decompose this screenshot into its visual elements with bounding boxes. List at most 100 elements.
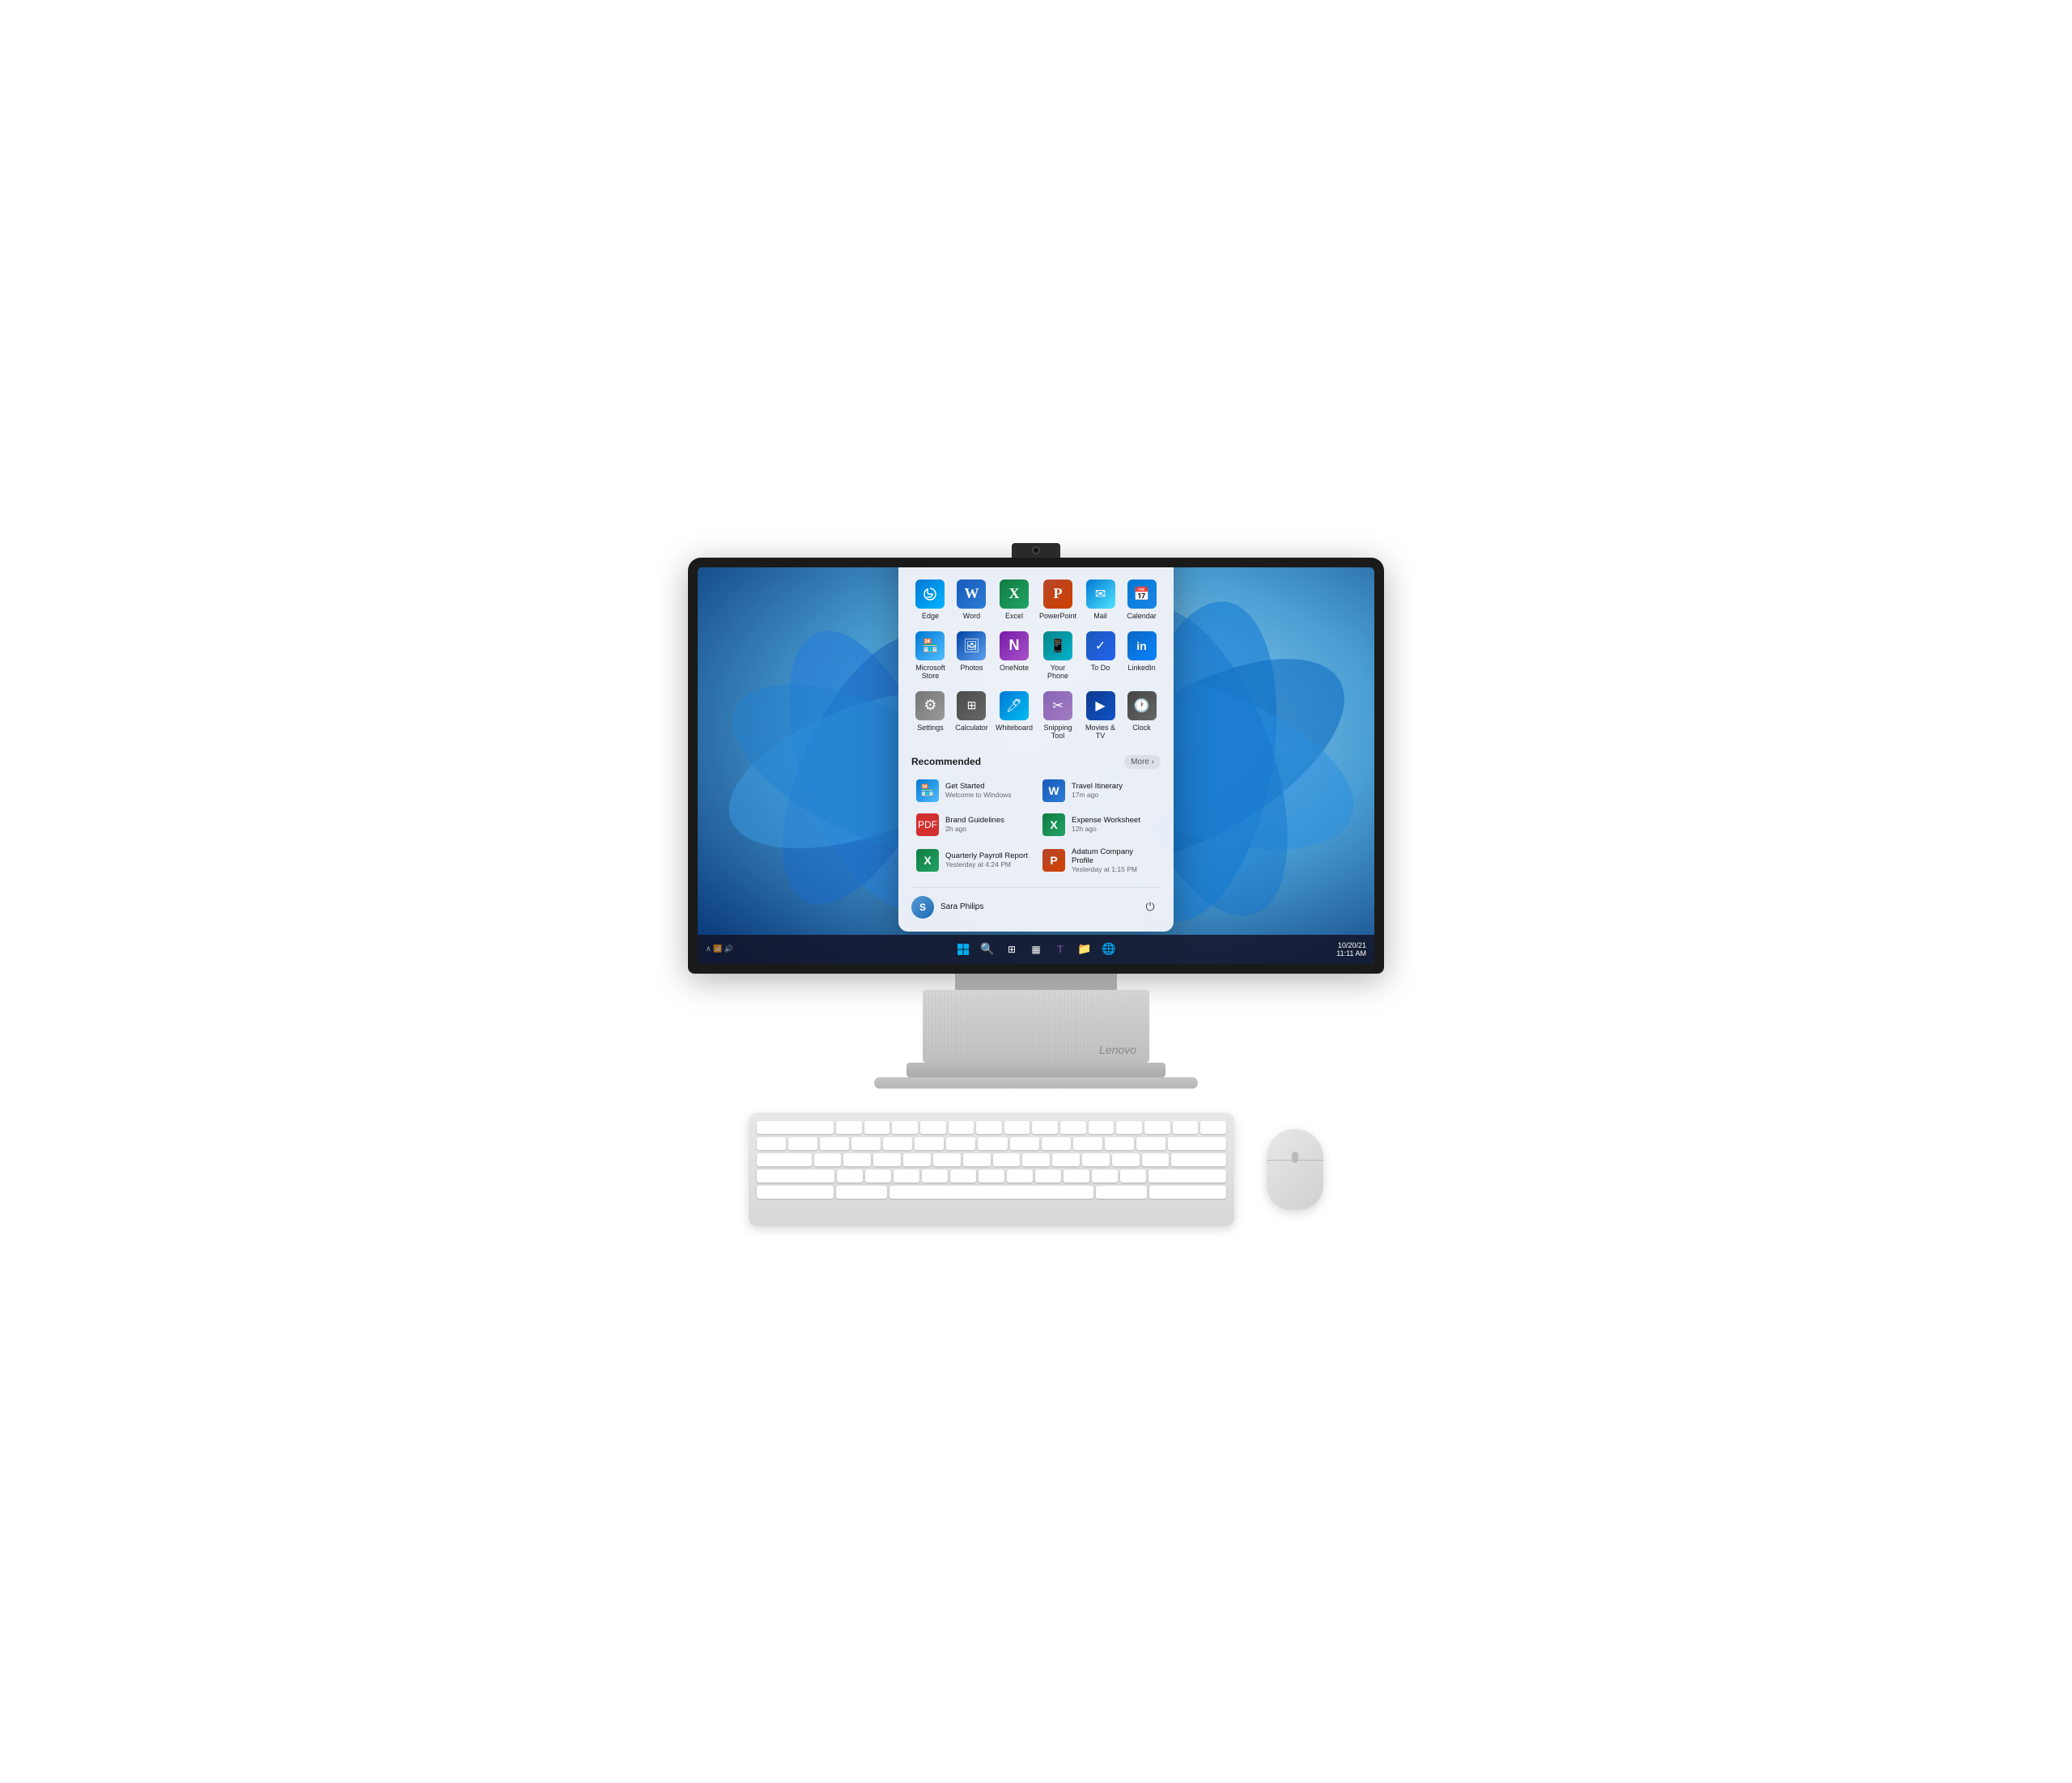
- travel-icon: W: [1042, 779, 1065, 802]
- stand-base: [906, 1063, 1166, 1077]
- clock-label: Clock: [1132, 724, 1151, 732]
- start-menu: 🔍 Type here to search Pinned All apps ›: [898, 567, 1174, 932]
- powerpoint-label: PowerPoint: [1039, 612, 1076, 620]
- get-started-title: Get Started: [945, 782, 1012, 791]
- date: 10/20/21: [1336, 941, 1366, 949]
- edge-label: Edge: [922, 612, 939, 620]
- user-info[interactable]: S Sara Philips: [911, 896, 983, 919]
- app-clock[interactable]: 🕐 Clock: [1123, 687, 1161, 744]
- get-started-icon: 🏪: [916, 779, 939, 802]
- app-settings[interactable]: ⚙ Settings: [911, 687, 949, 744]
- brand-sub: 2h ago: [945, 825, 1004, 833]
- app-excel[interactable]: X Excel: [994, 575, 1034, 624]
- brand-label: Lenovo: [1099, 1043, 1136, 1056]
- snipping-icon: ✂: [1043, 691, 1072, 720]
- app-edge[interactable]: Edge: [911, 575, 949, 624]
- adatum-title: Adatum Company Profile: [1072, 847, 1156, 865]
- excel-icon: X: [1000, 579, 1029, 609]
- app-calculator[interactable]: ⊞ Calculator: [953, 687, 991, 744]
- app-word[interactable]: W Word: [953, 575, 991, 624]
- stand-top: [955, 974, 1117, 990]
- word-icon: W: [957, 579, 986, 609]
- photos-icon: 🖼: [957, 631, 986, 660]
- keyboard[interactable]: [749, 1113, 1234, 1226]
- webcam-lens: [1032, 546, 1040, 554]
- rec-travel-itinerary[interactable]: W Travel Itinerary 17m ago: [1038, 775, 1161, 806]
- app-phone[interactable]: 📱 Your Phone: [1038, 627, 1078, 684]
- system-tray-icons: ∧ 📶 🔊: [706, 945, 733, 953]
- app-whiteboard[interactable]: 🖊 Whiteboard: [994, 687, 1034, 744]
- app-powerpoint[interactable]: P PowerPoint: [1038, 575, 1078, 624]
- computer-assembly: 🔍 Type here to search Pinned All apps ›: [672, 558, 1400, 1226]
- powerpoint-icon: P: [1043, 579, 1072, 609]
- app-onenote[interactable]: N OneNote: [994, 627, 1034, 684]
- rec-get-started[interactable]: 🏪 Get Started Welcome to Windows: [911, 775, 1034, 806]
- excel-label: Excel: [1005, 612, 1023, 620]
- space-row: [757, 1186, 1226, 1199]
- phone-icon: 📱: [1043, 631, 1072, 660]
- adatum-sub: Yesterday at 1:15 PM: [1072, 865, 1156, 873]
- esc-key[interactable]: [757, 1121, 834, 1134]
- mail-label: Mail: [1093, 612, 1107, 620]
- travel-title: Travel Itinerary: [1072, 782, 1123, 791]
- settings-label: Settings: [917, 724, 944, 732]
- webcam: [1012, 543, 1060, 558]
- num-key-row: [757, 1137, 1226, 1150]
- store-label: Microsoft Store: [913, 664, 948, 680]
- linkedin-label: LinkedIn: [1127, 664, 1155, 672]
- user-bar: S Sara Philips ⏻: [911, 887, 1161, 919]
- mouse[interactable]: [1267, 1129, 1323, 1210]
- app-store[interactable]: 🏪 Microsoft Store: [911, 627, 949, 684]
- pinned-apps-grid: Edge W Word X Excel: [911, 575, 1161, 744]
- recommended-items-grid: 🏪 Get Started Welcome to Windows W Trave…: [911, 775, 1161, 877]
- taskbar-search[interactable]: 🔍: [978, 940, 997, 959]
- get-started-sub: Welcome to Windows: [945, 791, 1012, 799]
- rec-quarterly-payroll[interactable]: X Quarterly Payroll Report Yesterday at …: [911, 843, 1034, 877]
- screen: 🔍 Type here to search Pinned All apps ›: [698, 567, 1374, 964]
- rec-adatum-profile[interactable]: P Adatum Company Profile Yesterday at 1:…: [1038, 843, 1161, 877]
- fn-key-row: [757, 1121, 1226, 1134]
- todo-icon: ✓: [1086, 631, 1115, 660]
- app-mail[interactable]: ✉ Mail: [1081, 575, 1119, 624]
- whiteboard-label: Whiteboard: [996, 724, 1033, 732]
- start-button[interactable]: [953, 940, 973, 959]
- app-calendar[interactable]: 📅 Calendar: [1123, 575, 1161, 624]
- app-movies[interactable]: ▶ Movies & TV: [1081, 687, 1119, 744]
- stand-foot: [874, 1077, 1198, 1089]
- settings-icon: ⚙: [915, 691, 945, 720]
- space-key[interactable]: [890, 1186, 1093, 1199]
- store-icon: 🏪: [915, 631, 945, 660]
- app-photos[interactable]: 🖼 Photos: [953, 627, 991, 684]
- taskbar-taskview[interactable]: ⊞: [1002, 940, 1021, 959]
- word-label: Word: [963, 612, 980, 620]
- calendar-icon: 📅: [1127, 579, 1157, 609]
- monitor: 🔍 Type here to search Pinned All apps ›: [688, 558, 1384, 974]
- taskbar-teams[interactable]: T: [1051, 940, 1070, 959]
- keyboard-area: [749, 1113, 1323, 1226]
- brand-icon: PDF: [916, 813, 939, 836]
- taskbar-edge[interactable]: 🌐: [1099, 940, 1119, 959]
- expense-title: Expense Worksheet: [1072, 816, 1140, 825]
- rec-brand-guidelines[interactable]: PDF Brand Guidelines 2h ago: [911, 809, 1034, 840]
- taskbar-right: 10/20/21 11:11 AM: [1336, 941, 1366, 957]
- power-button[interactable]: ⏻: [1140, 897, 1161, 918]
- more-button[interactable]: More ›: [1124, 755, 1161, 769]
- stand-body: Lenovo: [923, 990, 1149, 1063]
- datetime: 10/20/21 11:11 AM: [1336, 941, 1366, 957]
- mouse-scroll-wheel: [1292, 1152, 1298, 1163]
- recommended-section-header: Recommended More ›: [911, 755, 1161, 769]
- calendar-label: Calendar: [1127, 612, 1157, 620]
- qwerty-row: [757, 1153, 1226, 1166]
- taskbar-widgets[interactable]: ▦: [1026, 940, 1046, 959]
- payroll-sub: Yesterday at 4:24 PM: [945, 860, 1028, 868]
- calculator-icon: ⊞: [957, 691, 986, 720]
- rec-expense-worksheet[interactable]: X Expense Worksheet 12h ago: [1038, 809, 1161, 840]
- taskbar-explorer[interactable]: 📁: [1075, 940, 1094, 959]
- taskbar: ∧ 📶 🔊 🔍: [698, 935, 1374, 964]
- clock-icon: 🕐: [1127, 691, 1157, 720]
- app-todo[interactable]: ✓ To Do: [1081, 627, 1119, 684]
- payroll-icon: X: [916, 849, 939, 872]
- expense-icon: X: [1042, 813, 1065, 836]
- app-snipping[interactable]: ✂ Snipping Tool: [1038, 687, 1078, 744]
- app-linkedin[interactable]: in LinkedIn: [1123, 627, 1161, 684]
